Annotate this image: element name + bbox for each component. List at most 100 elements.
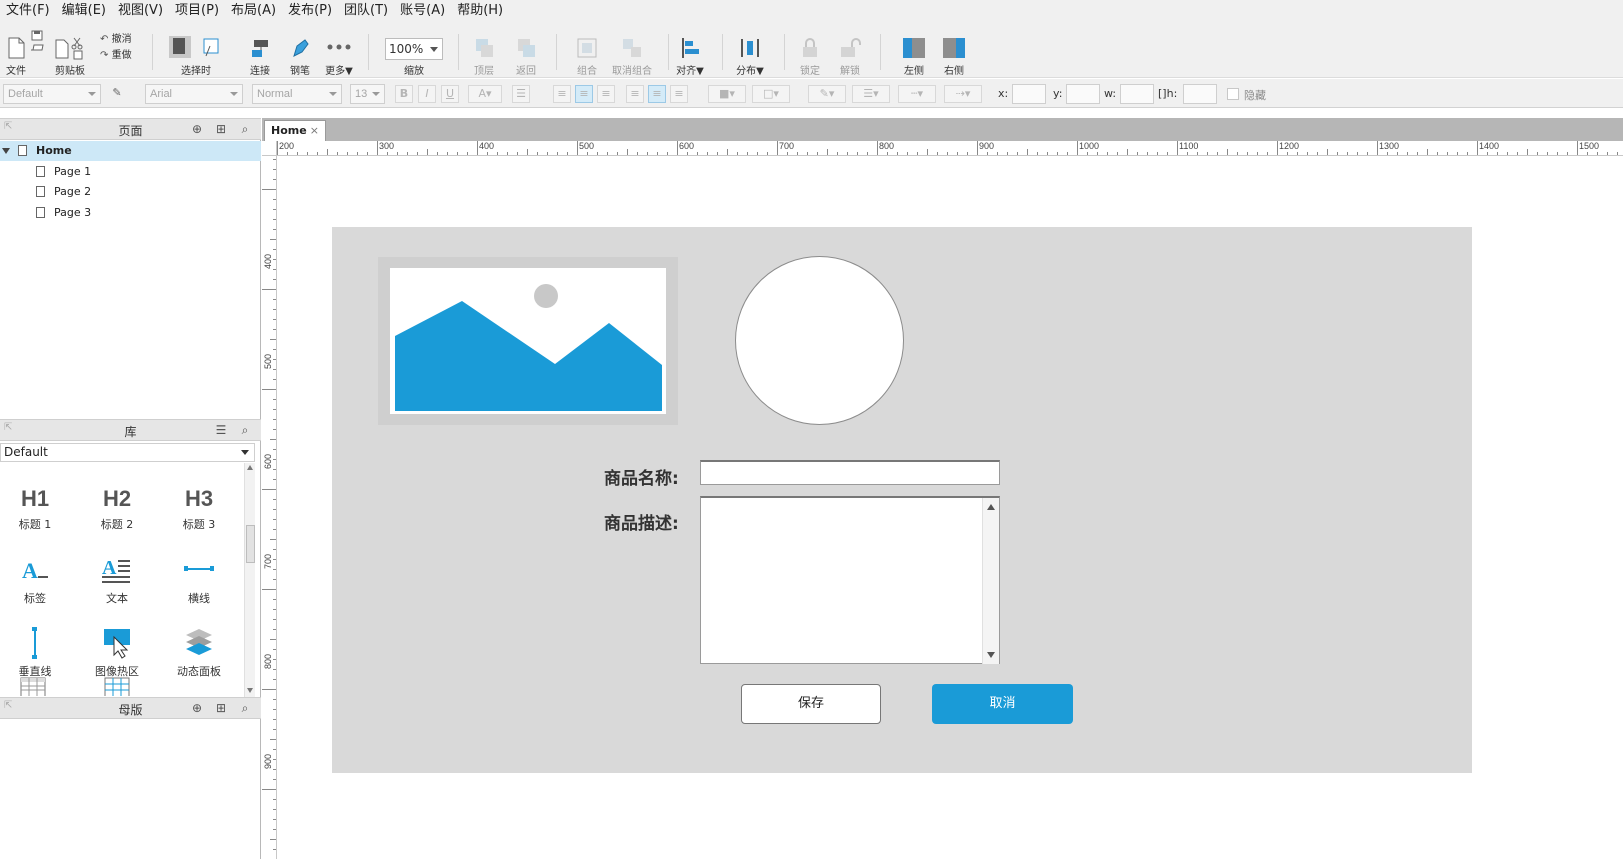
scroll-down-icon[interactable] xyxy=(987,652,995,658)
scroll-up-icon[interactable] xyxy=(247,465,253,470)
send-back-button[interactable]: 返回 xyxy=(512,22,540,78)
distribute-icon xyxy=(738,36,762,60)
connect-tool-button[interactable]: 连接 xyxy=(246,22,274,78)
right-panel-toggle[interactable]: 右侧 xyxy=(940,22,968,78)
repeater-widget-icon[interactable] xyxy=(104,676,130,696)
w-input[interactable] xyxy=(1120,84,1154,104)
lock-button[interactable]: 锁定 xyxy=(796,22,824,78)
style-select[interactable]: Default xyxy=(3,84,101,104)
widget-h2[interactable]: H2 标题 2 xyxy=(82,470,152,536)
search-icon[interactable]: ⌕ xyxy=(238,122,252,136)
x-input[interactable] xyxy=(1012,84,1046,104)
widget-dynamic-panel[interactable]: 动态面板 xyxy=(164,617,234,683)
menu-team[interactable]: 团队(T) xyxy=(338,0,394,22)
search-icon[interactable]: ⌕ xyxy=(238,701,252,715)
tree-item-home[interactable]: Home xyxy=(0,141,261,161)
underline-button[interactable]: U xyxy=(441,85,459,103)
widget-h1[interactable]: H1 标题 1 xyxy=(0,470,70,536)
add-folder-icon[interactable]: ⊞ xyxy=(214,122,228,136)
weight-select[interactable]: Normal xyxy=(252,84,342,104)
widget-label[interactable]: A 标签 xyxy=(0,544,70,610)
fill-color-button[interactable]: ■▾ xyxy=(708,85,746,103)
hide-checkbox[interactable] xyxy=(1227,88,1239,100)
add-page-icon[interactable]: ⊕ xyxy=(190,122,204,136)
widget-text[interactable]: A 文本 xyxy=(82,544,152,610)
menu-project[interactable]: 项目(P) xyxy=(169,0,225,22)
pen-tool-button[interactable]: 钢笔 xyxy=(286,22,314,78)
menu-help[interactable]: 帮助(H) xyxy=(451,0,509,22)
textarea-scrollbar[interactable] xyxy=(982,498,999,664)
aspect-lock-icon[interactable]: [] xyxy=(1158,87,1167,100)
menu-edit[interactable]: 编辑(E) xyxy=(56,0,112,22)
ungroup-button[interactable]: 取消组合 xyxy=(608,22,656,78)
align-right-button[interactable]: ≡ xyxy=(597,85,615,103)
valign-middle-button[interactable]: ≡ xyxy=(648,85,666,103)
font-select[interactable]: Arial xyxy=(145,84,243,104)
font-color-button[interactable]: A▾ xyxy=(468,85,502,103)
tree-item-page1[interactable]: Page 1 xyxy=(0,162,261,182)
tab-home[interactable]: Home × xyxy=(264,120,326,141)
align-center-button[interactable]: ≡ xyxy=(575,85,593,103)
more-button[interactable]: 更多▼ xyxy=(322,22,356,78)
distribute-button[interactable]: 分布▼ xyxy=(736,22,764,78)
add-folder-icon[interactable]: ⊞ xyxy=(214,701,228,715)
table-widget-icon[interactable] xyxy=(20,676,46,696)
style-edit-icon[interactable]: ✎ xyxy=(108,85,126,103)
italic-button[interactable]: I xyxy=(418,85,436,103)
expand-triangle-icon[interactable] xyxy=(2,148,10,154)
cancel-button[interactable]: 取消 xyxy=(932,684,1073,724)
avatar-placeholder[interactable] xyxy=(735,256,904,425)
menu-view[interactable]: 视图(V) xyxy=(112,0,169,22)
save-button[interactable]: 保存 xyxy=(741,684,881,724)
valign-top-button[interactable]: ≡ xyxy=(626,85,644,103)
menu-publish[interactable]: 发布(P) xyxy=(282,0,338,22)
group-button[interactable]: 组合 xyxy=(573,22,601,78)
close-icon[interactable]: × xyxy=(310,121,319,140)
shadow-button[interactable]: □▾ xyxy=(752,85,790,103)
save-open-buttons[interactable] xyxy=(28,22,46,78)
undo-button[interactable]: ↶ 撤消 xyxy=(100,30,140,45)
zoom-select[interactable]: 100% xyxy=(385,38,443,60)
widget-vline[interactable]: 垂直线 xyxy=(0,617,70,683)
select-tool-button[interactable]: 选择时 xyxy=(166,22,226,78)
library-select[interactable]: Default xyxy=(0,443,255,462)
product-name-input[interactable] xyxy=(700,460,1000,485)
arrow-style-button[interactable]: ⇢▾ xyxy=(944,85,982,103)
widget-hotspot[interactable]: 图像热区 xyxy=(82,617,152,683)
search-icon[interactable]: ⌕ xyxy=(238,423,252,437)
align-button[interactable]: 对齐▼ xyxy=(676,22,704,78)
zoom-control[interactable]: 100% 缩放 xyxy=(385,22,443,78)
unlock-button[interactable]: 解锁 xyxy=(836,22,864,78)
line-style-button[interactable]: ┄▾ xyxy=(898,85,936,103)
menu-file[interactable]: 文件(F) xyxy=(0,0,56,22)
widget-hline[interactable]: 横线 xyxy=(164,544,234,610)
valign-bottom-button[interactable]: ≡ xyxy=(670,85,688,103)
left-panel-toggle[interactable]: 左侧 xyxy=(900,22,928,78)
bullet-button[interactable]: ☰ xyxy=(512,85,530,103)
size-select[interactable]: 13 xyxy=(350,84,385,104)
widget-h3[interactable]: H3 标题 3 xyxy=(164,470,234,536)
tree-item-page2[interactable]: Page 2 xyxy=(0,182,261,202)
tree-item-page3[interactable]: Page 3 xyxy=(0,203,261,223)
bring-top-button[interactable]: 顶层 xyxy=(470,22,498,78)
scroll-up-icon[interactable] xyxy=(987,504,995,510)
product-desc-textarea[interactable] xyxy=(700,496,1000,664)
y-input[interactable] xyxy=(1066,84,1100,104)
line-color-button[interactable]: ✎▾ xyxy=(808,85,846,103)
line-width-button[interactable]: ☰▾ xyxy=(852,85,890,103)
scroll-down-icon[interactable] xyxy=(247,688,253,693)
menu-account[interactable]: 账号(A) xyxy=(394,0,451,22)
scrollbar-thumb[interactable] xyxy=(246,525,255,563)
menu-icon[interactable]: ☰ xyxy=(214,423,228,437)
bold-button[interactable]: B xyxy=(395,85,413,103)
file-button[interactable]: 文件 xyxy=(2,22,30,78)
redo-button[interactable]: ↷ 重做 xyxy=(100,46,140,61)
menu-layout[interactable]: 布局(A) xyxy=(225,0,282,22)
h-input[interactable] xyxy=(1183,84,1217,104)
library-scrollbar[interactable] xyxy=(244,463,255,697)
image-placeholder[interactable] xyxy=(378,257,678,425)
align-left-button[interactable]: ≡ xyxy=(553,85,571,103)
pen-icon xyxy=(288,36,312,60)
clipboard-button[interactable]: 剪贴板 xyxy=(52,22,88,78)
add-master-icon[interactable]: ⊕ xyxy=(190,701,204,715)
